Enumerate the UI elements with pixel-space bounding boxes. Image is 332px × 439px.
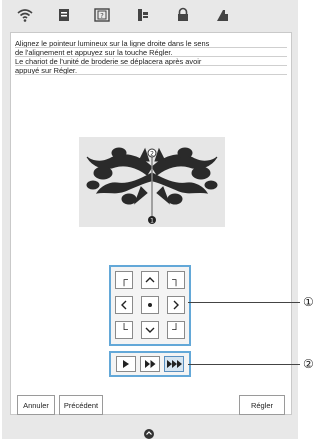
- move-down-button[interactable]: [141, 321, 159, 339]
- chevron-up-icon: [145, 277, 155, 283]
- instruction-text: Alignez le pointeur lumineux sur la lign…: [15, 39, 287, 75]
- position-arrow-keys: ┌ ┐ └ ┘: [109, 265, 191, 346]
- play-single-icon: [123, 360, 129, 368]
- top-toolbar: ?: [2, 0, 298, 30]
- callout-line-2: [188, 364, 300, 365]
- corner-up-right-icon: ┐: [172, 273, 180, 286]
- center-dot-icon: [148, 303, 152, 307]
- svg-text:?: ?: [100, 12, 104, 20]
- help-icon[interactable]: ?: [93, 6, 111, 24]
- set-button[interactable]: Régler: [239, 395, 285, 415]
- page-icon[interactable]: [55, 6, 73, 24]
- lock-icon[interactable]: [174, 6, 192, 24]
- play-triple-icon: [166, 360, 182, 368]
- chevron-left-icon: [121, 300, 127, 310]
- pattern-marker-top: 2: [150, 151, 154, 158]
- callout-line-1: [188, 302, 300, 303]
- machine-screen-frame: ? Alignez le pointeur lumineux sur la li…: [2, 0, 298, 439]
- pattern-marker-bottom: 1: [150, 218, 154, 225]
- corner-down-left-icon: └: [120, 323, 128, 336]
- speed-medium-button[interactable]: [140, 356, 160, 372]
- move-down-right-button[interactable]: ┘: [167, 321, 185, 339]
- floral-pattern-image: 2 1: [86, 147, 218, 225]
- corner-down-right-icon: ┘: [172, 323, 180, 336]
- instruction-line-1: Alignez le pointeur lumineux sur la lign…: [15, 39, 287, 48]
- move-right-button[interactable]: [167, 296, 185, 314]
- move-up-button[interactable]: [141, 271, 159, 289]
- speed-fast-button[interactable]: [164, 356, 184, 372]
- wifi-icon[interactable]: [16, 6, 34, 24]
- move-speed-selector: [109, 351, 191, 377]
- move-up-left-button[interactable]: ┌: [115, 271, 133, 289]
- presser-foot-icon[interactable]: [134, 6, 152, 24]
- speed-slow-button[interactable]: [116, 356, 136, 372]
- home-button[interactable]: [142, 427, 156, 439]
- previous-button[interactable]: Précédent: [59, 395, 103, 415]
- play-double-icon: [144, 360, 155, 368]
- chevron-right-icon: [173, 300, 179, 310]
- center-button[interactable]: [141, 296, 159, 314]
- move-up-right-button[interactable]: ┐: [167, 271, 185, 289]
- corner-up-left-icon: ┌: [120, 273, 128, 286]
- cancel-button[interactable]: Annuler: [17, 395, 55, 415]
- dialog-screen: Alignez le pointeur lumineux sur la lign…: [10, 32, 292, 415]
- home-icon: [144, 429, 154, 439]
- callout-label-2: ②: [303, 357, 314, 371]
- move-left-button[interactable]: [115, 296, 133, 314]
- chevron-down-icon: [145, 327, 155, 333]
- move-down-left-button[interactable]: └: [115, 321, 133, 339]
- embroidery-pattern-preview: 2 1: [79, 137, 225, 227]
- instruction-line-3: Le chariot de l'unité de broderie se dép…: [15, 57, 287, 66]
- callout-label-1: ①: [303, 295, 314, 309]
- instruction-line-2: de l'alignement et appuyez sur la touche…: [15, 48, 287, 57]
- instruction-line-4: appuyé sur Régler.: [15, 66, 287, 75]
- needle-icon[interactable]: [214, 6, 232, 24]
